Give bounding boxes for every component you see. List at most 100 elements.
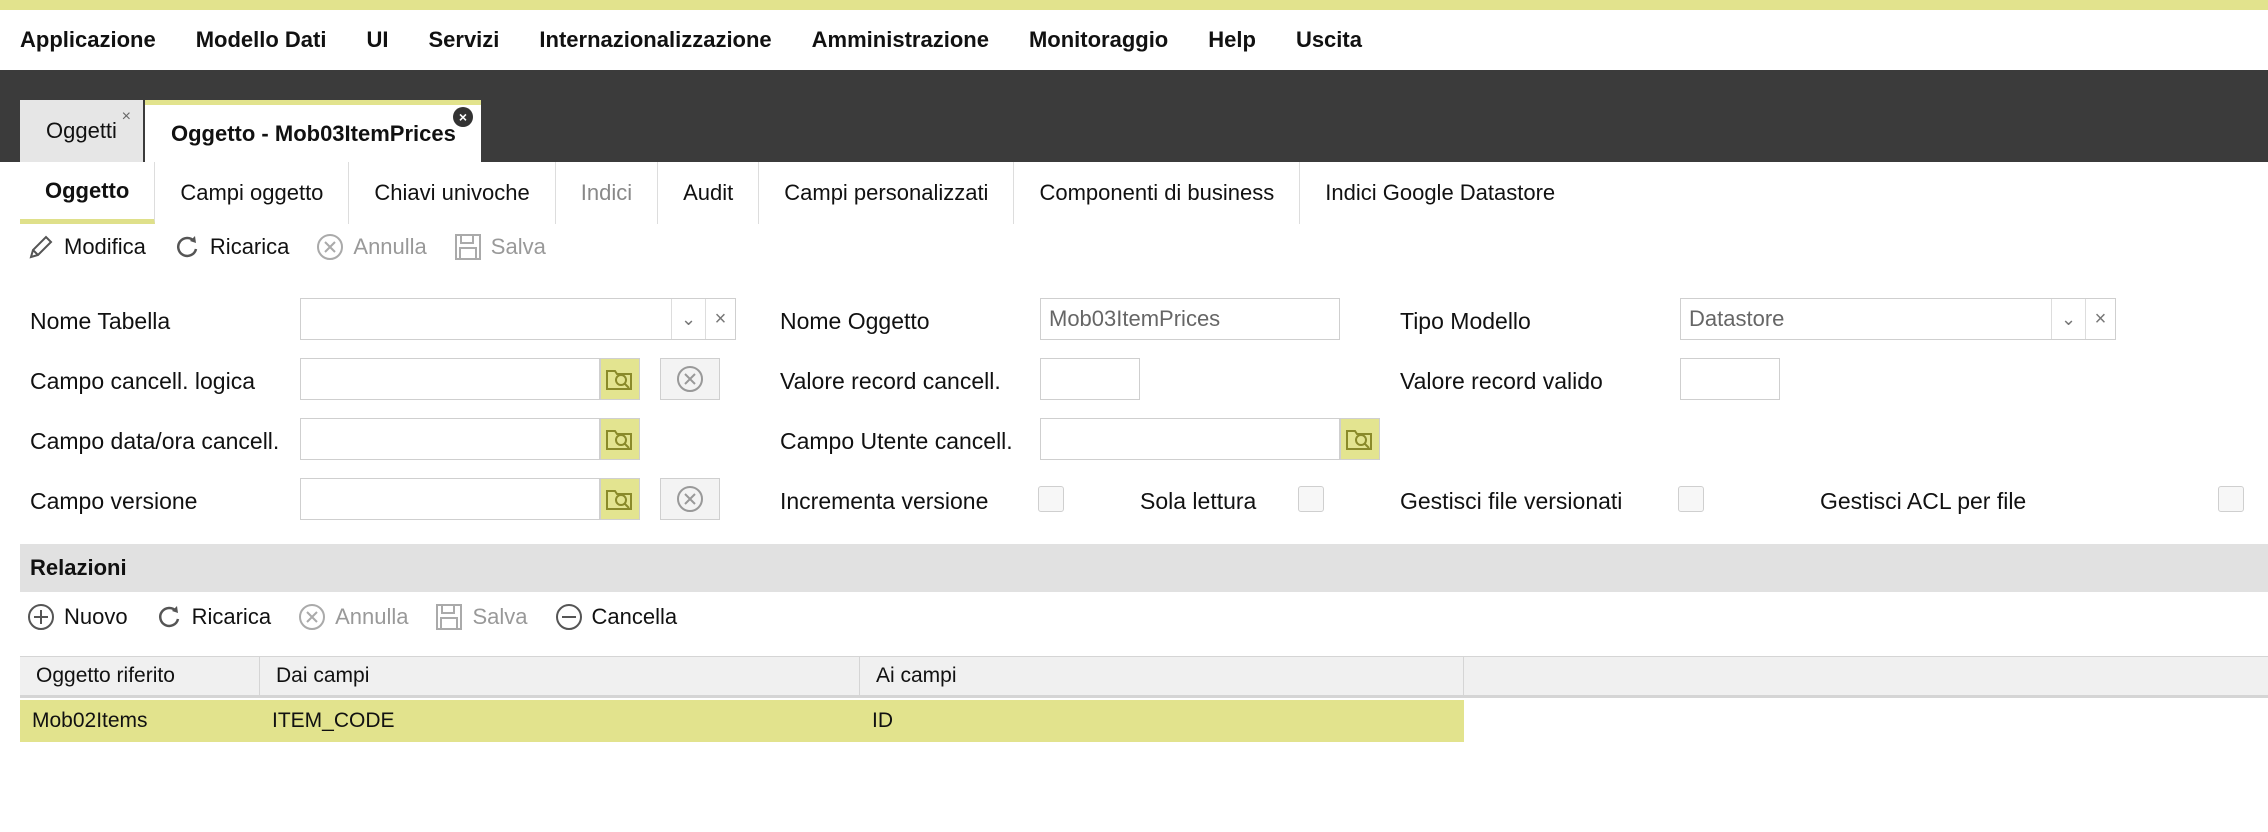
- menu-servizi[interactable]: Servizi: [428, 27, 499, 53]
- campo-data-ora-cancell-field[interactable]: [300, 418, 600, 460]
- folder-search-icon: [606, 490, 632, 510]
- folder-search-icon: [606, 370, 632, 390]
- sola-lettura-label: Sola lettura: [1140, 488, 1257, 514]
- modifica-button[interactable]: Modifica: [26, 232, 146, 262]
- valore-record-valido-field[interactable]: [1680, 358, 1780, 400]
- annulla-label: Annulla: [353, 234, 427, 259]
- annulla-button[interactable]: Annulla: [297, 602, 408, 632]
- doc-tab-label: Oggetto - Mob03ItemPrices: [171, 120, 456, 146]
- campo-cancell-logica-field[interactable]: [300, 358, 600, 400]
- valore-record-cancell-label: Valore record cancell.: [780, 368, 1001, 394]
- lookup-button[interactable]: [600, 478, 640, 520]
- ricarica-button[interactable]: Ricarica: [154, 602, 271, 632]
- column-header-oggetto-riferito[interactable]: Oggetto riferito: [20, 657, 260, 695]
- cancel-circle-icon: [677, 486, 703, 512]
- campo-cancell-logica-label: Campo cancell. logica: [30, 368, 256, 394]
- incrementa-versione-checkbox[interactable]: [1038, 486, 1064, 512]
- relazioni-title: Relazioni: [30, 555, 127, 580]
- tab-chiavi-univoche[interactable]: Chiavi univoche: [349, 162, 556, 224]
- cell-ai-campi: ID: [872, 709, 893, 732]
- modifica-label: Modifica: [64, 234, 146, 259]
- nome-tabella-label: Nome Tabella: [30, 308, 171, 334]
- salva-label: Salva: [472, 604, 528, 629]
- tab-audit[interactable]: Audit: [658, 162, 760, 224]
- doc-tab-oggetti[interactable]: Oggetti ×: [20, 100, 143, 162]
- tab-oggetto[interactable]: Oggetto: [20, 162, 156, 224]
- campo-versione-label: Campo versione: [30, 488, 198, 514]
- ricarica-button[interactable]: Ricarica: [172, 232, 289, 262]
- menu-uscita[interactable]: Uscita: [1296, 27, 1362, 53]
- lookup-button[interactable]: [1340, 418, 1380, 460]
- tipo-modello-label: Tipo Modello: [1400, 308, 1531, 334]
- nuovo-label: Nuovo: [64, 604, 128, 629]
- annulla-label: Annulla: [335, 604, 409, 629]
- annulla-button[interactable]: Annulla: [315, 232, 427, 262]
- menu-amministrazione[interactable]: Amministrazione: [812, 27, 989, 53]
- sola-lettura-checkbox[interactable]: [1298, 486, 1324, 512]
- menu-applicazione[interactable]: Applicazione: [20, 27, 156, 53]
- cancel-circle-icon: [677, 366, 703, 392]
- menu-internazionalizzazione[interactable]: Internazionalizzazione: [539, 27, 771, 53]
- tipo-modello-combo[interactable]: Datastore ⌄ ×: [1680, 298, 2116, 340]
- tab-indici[interactable]: Indici: [556, 162, 659, 224]
- relazioni-section-header: Relazioni: [20, 544, 2268, 592]
- tab-campi-oggetto[interactable]: Campi oggetto: [155, 162, 350, 224]
- tab-componenti-di-business[interactable]: Componenti di business: [1014, 162, 1301, 224]
- gestisci-file-versionati-checkbox[interactable]: [1678, 486, 1704, 512]
- nome-oggetto-value: Mob03ItemPrices: [1049, 306, 1221, 331]
- cancella-button[interactable]: Cancella: [554, 602, 678, 632]
- column-header-dai-campi[interactable]: Dai campi: [260, 657, 860, 695]
- incrementa-versione-label: Incrementa versione: [780, 488, 989, 514]
- menu-modello-dati[interactable]: Modello Dati: [196, 27, 327, 53]
- salva-button[interactable]: Salva: [434, 602, 528, 632]
- clear-button[interactable]: [660, 358, 720, 400]
- close-circle-icon[interactable]: ×: [453, 107, 473, 127]
- refresh-icon: [176, 236, 198, 258]
- nome-tabella-combo[interactable]: ⌄ ×: [300, 298, 736, 340]
- doc-tab-label: Oggetti: [46, 118, 117, 143]
- menu-monitoraggio[interactable]: Monitoraggio: [1029, 27, 1168, 53]
- chevron-down-icon[interactable]: ⌄: [671, 299, 705, 339]
- cell-oggetto-riferito: Mob02Items: [32, 709, 148, 732]
- lookup-button[interactable]: [600, 418, 640, 460]
- clear-x-icon[interactable]: ×: [2085, 299, 2115, 339]
- chevron-down-icon[interactable]: ⌄: [2051, 299, 2085, 339]
- clear-x-icon[interactable]: ×: [705, 299, 735, 339]
- doc-tab-oggetto-detail[interactable]: Oggetto - Mob03ItemPrices ×: [145, 100, 481, 162]
- nome-oggetto-label: Nome Oggetto: [780, 308, 930, 334]
- menu-ui[interactable]: UI: [366, 27, 388, 53]
- top-accent-stripe: [0, 0, 2268, 10]
- campo-versione-field[interactable]: [300, 478, 600, 520]
- salva-label: Salva: [490, 234, 546, 259]
- floppy-disk-icon: [436, 604, 463, 630]
- floppy-disk-icon: [454, 234, 481, 260]
- minus-circle-icon: [555, 604, 582, 630]
- valore-record-cancell-field[interactable]: [1040, 358, 1140, 400]
- gestisci-acl-per-file-checkbox[interactable]: [2218, 486, 2244, 512]
- ricarica-label: Ricarica: [209, 234, 290, 259]
- campo-data-ora-cancell-label: Campo data/ora cancell.: [30, 428, 280, 454]
- refresh-icon: [158, 606, 179, 628]
- close-icon[interactable]: ×: [122, 108, 131, 126]
- table-row[interactable]: Mob02Items ITEM_CODE ID: [20, 700, 1464, 742]
- column-header-ai-campi[interactable]: Ai campi: [860, 657, 1464, 695]
- campo-utente-cancell-field[interactable]: [1040, 418, 1340, 460]
- tab-indici-google-datastore[interactable]: Indici Google Datastore: [1300, 162, 1580, 224]
- cancel-circle-icon: [299, 604, 326, 630]
- nuovo-button[interactable]: Nuovo: [26, 602, 128, 632]
- menu-help[interactable]: Help: [1208, 27, 1256, 53]
- cancel-circle-icon: [317, 234, 344, 260]
- gestisci-file-versionati-label: Gestisci file versionati: [1400, 488, 1623, 514]
- salva-button[interactable]: Salva: [453, 232, 546, 262]
- folder-search-icon: [1346, 430, 1372, 450]
- nome-oggetto-field[interactable]: Mob03ItemPrices: [1040, 298, 1340, 340]
- gestisci-acl-per-file-label: Gestisci ACL per file: [1820, 488, 2027, 514]
- tipo-modello-value: Datastore: [1689, 306, 1785, 331]
- folder-search-icon: [606, 430, 632, 450]
- clear-button[interactable]: [660, 478, 720, 520]
- cancella-label: Cancella: [591, 604, 678, 629]
- lookup-button[interactable]: [600, 358, 640, 400]
- ricarica-label: Ricarica: [191, 604, 272, 629]
- campo-utente-cancell-label: Campo Utente cancell.: [780, 428, 1013, 454]
- tab-campi-personalizzati[interactable]: Campi personalizzati: [759, 162, 1015, 224]
